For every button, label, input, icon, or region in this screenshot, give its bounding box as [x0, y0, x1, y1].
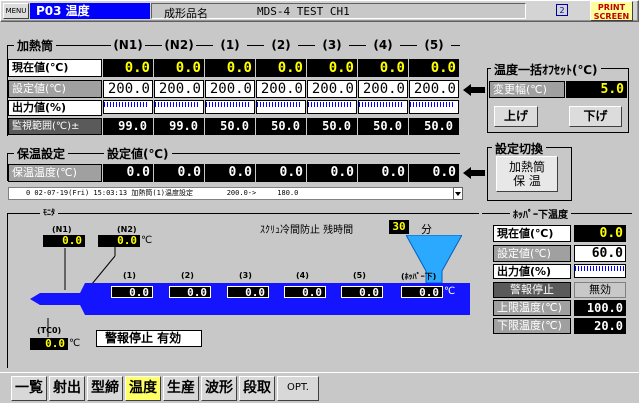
- tab-3[interactable]: 温度: [125, 376, 161, 401]
- zone-value: 0.0: [401, 286, 443, 298]
- zone-value: 0.0: [284, 286, 326, 298]
- hopper-current-value: 0.0: [574, 225, 626, 242]
- hopper-lower-label: 下限温度(℃): [493, 318, 571, 334]
- zone-value: 0.0: [111, 286, 153, 298]
- n1-value: 0.0: [43, 235, 85, 247]
- hopper-alarm-value[interactable]: 無効: [574, 282, 626, 298]
- hopper-set-value[interactable]: 60.0: [574, 245, 626, 262]
- n2-unit: ℃: [141, 235, 153, 246]
- alarm-status-box: 警報停止 有効: [96, 330, 202, 347]
- tc0-label: (TC0): [37, 326, 62, 335]
- n1-label: (N1): [52, 225, 72, 234]
- barrel-body: [30, 278, 470, 320]
- hopper-output-bar: [574, 264, 626, 278]
- tab-6[interactable]: 段取: [239, 376, 275, 401]
- n2-value: 0.0: [98, 235, 140, 247]
- hopper-lower-value[interactable]: 20.0: [574, 318, 626, 334]
- tab-5[interactable]: 波形: [201, 376, 237, 401]
- zone-label: (1): [123, 271, 136, 280]
- hopper-output-label: 出力値(%): [493, 264, 571, 279]
- hopper-temp-title: ﾎｯﾊﾟｰ下温度: [510, 206, 571, 221]
- tab-1[interactable]: 射出: [49, 376, 85, 401]
- zone-label: (4): [296, 271, 309, 280]
- zone-value: 0.0: [169, 286, 211, 298]
- zone-value: 0.0: [341, 286, 383, 298]
- hopper-alarm-label: 警報停止: [493, 282, 571, 298]
- n2-label: (N2): [117, 225, 137, 234]
- tab-7[interactable]: OPT.: [277, 376, 319, 401]
- hopper-upper-label: 上限温度(℃): [493, 300, 571, 316]
- tc0-unit: ℃: [69, 338, 81, 349]
- tc0-value: 0.0: [30, 338, 68, 350]
- zone-unit: ℃: [444, 286, 456, 297]
- hopper-upper-value[interactable]: 100.0: [574, 300, 626, 316]
- zone-label: (3): [239, 271, 252, 280]
- hopper-current-label: 現在値(℃): [493, 225, 571, 242]
- zone-label: (2): [181, 271, 194, 280]
- zone-label: (5): [353, 271, 366, 280]
- tab-4[interactable]: 生産: [163, 376, 199, 401]
- zone-value: 0.0: [227, 286, 269, 298]
- tab-0[interactable]: 一覧: [11, 376, 47, 401]
- zone-label: (ﾎｯﾊﾟｰ下): [401, 272, 437, 281]
- tab-2[interactable]: 型締: [87, 376, 123, 401]
- hopper-set-label: 設定値(℃): [493, 245, 571, 262]
